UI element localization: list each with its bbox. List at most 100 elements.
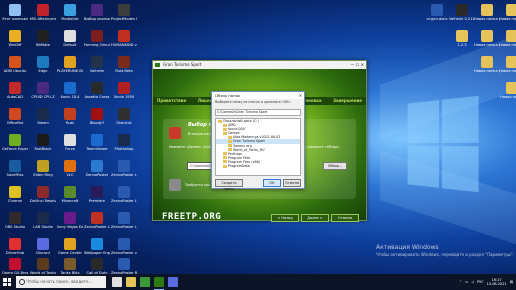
desktop-icon[interactable]: AutoCAD (2, 82, 28, 99)
desktop-icon[interactable]: DriverHub (2, 238, 28, 255)
desktop-icon[interactable]: LAB Studio (30, 212, 56, 229)
desktop-icon[interactable]: Premiere (84, 186, 110, 203)
dialog-titlebar[interactable]: Обзор папок ✕ (212, 92, 304, 99)
desktop-icon[interactable]: Sony Vegas Editor Pro (57, 212, 83, 229)
desktop-icon[interactable]: Новая папка (8) (499, 30, 516, 47)
desktop-icon[interactable]: World of Tanks EU (30, 258, 56, 275)
desktop-icon[interactable]: MSI Afterburner (30, 4, 56, 21)
window-controls[interactable]: — ☐ ✕ (351, 61, 364, 69)
desktop-icon-label: Rust Beta (115, 69, 133, 73)
desktop-icon[interactable]: ZennoPoster (84, 160, 110, 177)
desktop-icon[interactable]: Forza (57, 134, 83, 151)
desktop-icon[interactable]: Elden Ring (30, 160, 56, 177)
desktop-icon[interactable]: Новая папка (4) (499, 56, 516, 73)
desktop-icon[interactable]: Новая папка (7) (474, 56, 500, 73)
desktop-icon[interactable]: 1.2.3 (449, 30, 475, 47)
desktop-icon[interactable]: Call of Duty (84, 258, 110, 275)
app-icon (64, 238, 76, 250)
back-button[interactable]: < Назад (271, 214, 299, 222)
desktop-icon[interactable]: Xonic 18.4 (57, 82, 83, 99)
desktop-icon[interactable]: Discord (30, 238, 56, 255)
desktop-icon[interactable]: OBS Studio (2, 212, 28, 229)
desktop-icon[interactable]: Shortcut (111, 108, 137, 125)
installer-icon[interactable] (154, 277, 164, 290)
desktop-icon[interactable]: Новая папка (8) (499, 4, 516, 21)
desktop-icon[interactable]: Photoshop (111, 134, 137, 151)
desktop-icon[interactable]: Valheim (84, 56, 110, 73)
desktop-icon[interactable]: Valheim 0.212 exe (449, 4, 475, 21)
dialog-cancel-button[interactable]: Отмена (283, 179, 301, 187)
desktop-icon[interactable]: MediaGet (57, 4, 83, 21)
desktop-icon[interactable]: Tanks Blitz (57, 258, 83, 275)
system-tray[interactable]: ⌃ ▭ ◁ РУС 16:27 10.08.2021 ▤ (459, 274, 513, 290)
app-icon (9, 212, 21, 224)
folder-tree[interactable]: Локальный диск (C:) AMD found.000 Games Alba… (215, 118, 301, 176)
desktop-icon[interactable]: Edge (30, 56, 56, 73)
desktop-icon[interactable]: Minecraft (57, 186, 83, 203)
desktop-icon[interactable]: ZennoPoster Lite v7.2 (111, 160, 137, 177)
desktop-icon[interactable]: отдел.docx (424, 4, 450, 21)
desktop-icon[interactable]: GeForce Experience (2, 134, 28, 151)
installer-titlebar[interactable]: Gran Turismo Sport — ☐ ✕ (153, 61, 366, 69)
desktop-icon[interactable]: HUMANKIND v1.0.25.3 (111, 30, 137, 47)
network-icon[interactable]: ▭ (465, 280, 468, 284)
desktop-icon[interactable]: Wallpaper Engine (84, 238, 110, 255)
desktop-icon[interactable]: Rust (57, 108, 83, 125)
folder-icon (218, 119, 222, 123)
desktop-icon[interactable]: Выбор иконок Gaming S (84, 4, 110, 21)
folder-target-icon (169, 127, 181, 139)
desktop-icon[interactable]: Game Center (57, 238, 83, 255)
desktop-icon[interactable]: FastBlack (30, 134, 56, 151)
desktop-icon[interactable]: Новая папка (10) (474, 4, 500, 21)
desktop-icon[interactable]: ZennoPoster Lite v7.8 (84, 212, 110, 229)
notification-icon[interactable]: ▤ (510, 280, 513, 284)
next-button[interactable]: Далее > (301, 214, 329, 222)
desktop-icon[interactable]: VLC (57, 160, 83, 177)
desktop-icon[interactable]: ProjectModes Portable (111, 4, 137, 21)
desktop-icon[interactable]: DaVinci Resolve (30, 186, 56, 203)
taskbar-search[interactable]: Чтобы начать поиск, введите... (16, 276, 106, 288)
browse-button[interactable]: Обзор... (323, 162, 347, 170)
browse-folder-dialog[interactable]: Обзор папок ✕ Выберите папку из списка и… (211, 91, 305, 191)
discord-icon[interactable] (168, 277, 178, 287)
desktop-icon[interactable]: OfficeBot (2, 108, 28, 125)
desktop-icon[interactable]: Chrome (2, 186, 28, 203)
desktop-icon[interactable]: Steam (30, 108, 56, 125)
desktop-icon-label: ZennoPoster Lite v7.5 (111, 199, 137, 203)
desktop-icon[interactable]: ZennoPoster RU 5.25.0 (111, 258, 137, 275)
language-indicator[interactable]: РУС (477, 280, 484, 284)
chrome-icon[interactable] (140, 277, 150, 287)
cancel-button[interactable]: Отмена (331, 214, 359, 222)
desktop-icon[interactable]: Новая папка (3) (474, 30, 500, 47)
desktop-icon[interactable]: Default (57, 30, 83, 47)
dialog-path-input[interactable]: C:\GamesIn\Gran Turismo Sport (215, 109, 301, 116)
desktop-icon[interactable]: CPUID CPU-Z (30, 82, 56, 99)
start-button[interactable] (3, 278, 11, 286)
desktop-icon[interactable]: BitMate (30, 30, 56, 47)
desktop-icon[interactable]: PLAYERUNK BATTLEGR. (57, 56, 83, 73)
desktop-icon[interactable]: Bloody7 (84, 108, 110, 125)
tree-item[interactable]: ProgramData (216, 164, 300, 168)
desktop-icon[interactable]: ADM Ubuntu (2, 56, 28, 73)
new-folder-button[interactable]: Создать папку (215, 179, 243, 191)
desktop-icon[interactable]: Новая папка (499, 82, 516, 99)
desktop-icon[interactable]: Opera GX Browser (2, 258, 28, 275)
volume-icon[interactable]: ◁ (471, 280, 474, 284)
chevron-up-icon[interactable]: ⌃ (459, 280, 462, 284)
desktop-icon[interactable]: WinDiff (2, 30, 28, 47)
desktop-icon[interactable]: Assetto Corsa (84, 82, 110, 99)
ok-button[interactable]: ОК (263, 179, 281, 187)
desktop-icon[interactable]: ZennoPoster v3.8_Ex (111, 238, 137, 255)
desktop-icon[interactable]: ZennoPoster Lite v7.5 (111, 186, 137, 203)
desktop-icon[interactable]: ZennoPoster Lite v7.9 (111, 212, 137, 229)
desktop-icon[interactable]: SaveFiles (2, 160, 28, 177)
close-icon[interactable]: ✕ (299, 92, 302, 99)
task-view-icon[interactable] (112, 277, 122, 287)
desktop-icon[interactable]: Этот компьютер (2, 4, 28, 21)
explorer-icon[interactable] (126, 277, 136, 287)
desktop-icon[interactable]: Xonix 1950 (111, 82, 137, 99)
clock[interactable]: 16:27 10.08.2021 (487, 278, 507, 286)
desktop-icon[interactable]: Rust Beta (111, 56, 137, 73)
desktop-icon[interactable]: Farming Simulator 19 (84, 30, 110, 47)
desktop-icon[interactable]: TeamViewer (84, 134, 110, 151)
